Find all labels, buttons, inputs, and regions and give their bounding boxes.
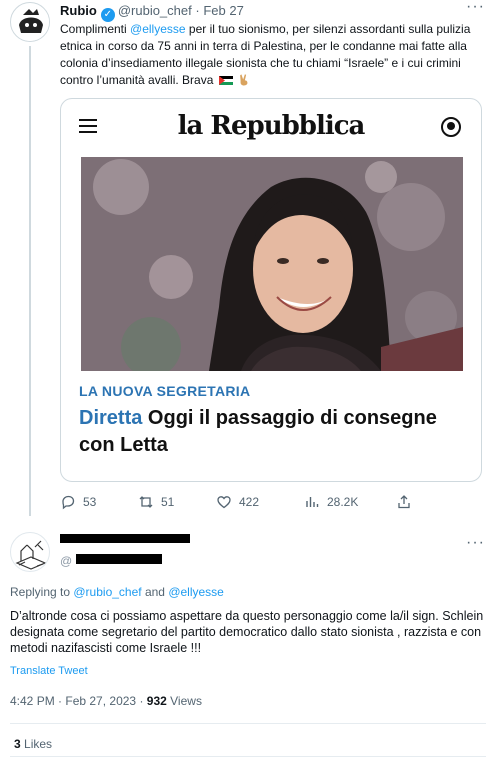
like-button[interactable]: 422: [216, 494, 259, 510]
retweet-count: 51: [161, 495, 175, 509]
replying-prefix: Replying to: [10, 585, 74, 599]
thread-line: [29, 46, 31, 516]
share-icon: [398, 495, 410, 509]
likes-summary[interactable]: 3 Likes: [14, 737, 52, 751]
views-button[interactable]: 28.2K: [304, 494, 358, 510]
reply-button[interactable]: 53: [60, 494, 96, 510]
verified-badge-icon: ✓: [100, 8, 115, 22]
victory-hand-icon: [240, 74, 248, 86]
share-button[interactable]: [396, 494, 419, 510]
quoted-tweet[interactable]: Rubio ✓ @rubio_chef · Feb 27 Complimenti @…: [0, 0, 496, 516]
like-count: 422: [239, 495, 260, 509]
translate-tweet-link[interactable]: Translate Tweet: [10, 665, 88, 677]
replying-to: Replying to @rubio_chef and @ellyesse: [10, 585, 224, 599]
separator-dot: ·: [54, 694, 66, 708]
article-photo: [81, 157, 463, 371]
likes-label: Likes: [20, 737, 53, 751]
tweet-date[interactable]: Feb 27: [203, 3, 243, 18]
views-count: 28.2K: [327, 495, 359, 509]
link-card[interactable]: la Repubblica LA NUOVA SEGRETARIA Dirett…: [60, 98, 482, 482]
analytics-icon: [306, 497, 319, 507]
article-kicker: LA NUOVA SEGRETARIA: [79, 383, 251, 399]
views-label: Views: [166, 694, 202, 708]
redacted-name: [60, 534, 190, 543]
tweet-actions: 53 51 422 28.2K: [60, 494, 420, 514]
reply-count: 53: [83, 495, 97, 509]
reply-mention-link[interactable]: @rubio_chef: [73, 585, 141, 599]
avatar[interactable]: [10, 2, 50, 42]
redacted-handle: [76, 554, 162, 564]
author-name[interactable]: Rubio: [60, 3, 97, 18]
card-header: la Repubblica: [61, 99, 481, 157]
heart-icon: [217, 496, 231, 509]
tweet-header: Rubio ✓ @rubio_chef · Feb 27: [60, 3, 244, 22]
views-count: 932: [146, 694, 167, 708]
tweet-text-part: Complimenti: [60, 22, 131, 36]
palestine-flag-icon: [218, 76, 233, 85]
avatar[interactable]: [10, 532, 50, 572]
publication-masthead: la Repubblica: [177, 111, 366, 141]
tweet-date[interactable]: Feb 27, 2023: [65, 694, 136, 708]
tweet-text: D’altronde cosa ci possiamo aspettare da…: [10, 609, 484, 655]
user-account-icon: [441, 117, 461, 137]
retweet-button[interactable]: 51: [138, 494, 174, 510]
divider: [10, 723, 486, 724]
replying-and: and: [141, 585, 169, 599]
separator-dot: ·: [195, 3, 200, 18]
author-handle[interactable]: @: [60, 554, 72, 568]
reply-mention-link[interactable]: @ellyesse: [168, 585, 224, 599]
tweet-time[interactable]: 4:42 PM: [10, 694, 55, 708]
article-headline: Diretta Oggi il passaggio di consegne co…: [79, 405, 469, 459]
retweet-icon: [139, 496, 153, 508]
more-options-icon[interactable]: ···: [466, 534, 485, 552]
author-handle[interactable]: @rubio_chef: [118, 3, 192, 18]
live-label: Diretta: [79, 407, 143, 429]
more-options-icon[interactable]: ···: [466, 0, 485, 16]
tweet-meta: 4:42 PM · Feb 27, 2023 · 932 Views: [10, 694, 202, 708]
tweet-text: Complimenti @ellyesse per il tuo sionism…: [60, 21, 488, 89]
divider: [10, 756, 486, 757]
reply-icon: [62, 495, 75, 510]
separator-dot: ·: [136, 694, 147, 708]
mention-link[interactable]: @ellyesse: [130, 22, 186, 36]
likes-count: 3: [14, 737, 21, 751]
